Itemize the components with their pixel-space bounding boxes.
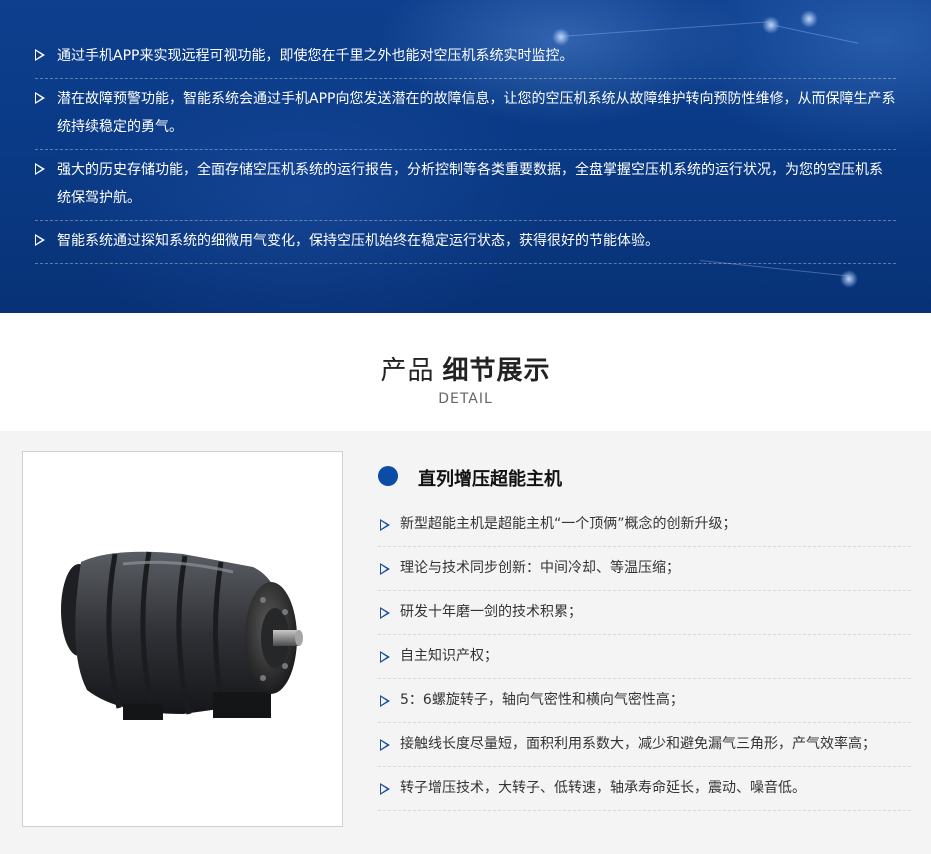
banner-feature-text: 智能系统通过探知系统的细微用气变化，保持空压机始终在稳定运行状态，获得很好的节能… bbox=[57, 233, 659, 249]
banner-feature-item: 通过手机APP来实现远程可视功能，即使您在千里之外也能对空压机系统实时监控。 bbox=[35, 36, 896, 79]
banner-feature-item: 强大的历史存储功能，全面存储空压机系统的运行报告，分析控制等各类重要数据，全盘掌… bbox=[35, 150, 896, 221]
triangle-bullet-icon bbox=[35, 49, 45, 61]
glow-dot-decoration bbox=[840, 270, 858, 288]
banner-feature-text: 潜在故障预警功能，智能系统会通过手机APP向您发送潜在的故障信息，让您的空压机系… bbox=[57, 91, 896, 135]
product-image bbox=[22, 451, 343, 827]
triangle-bullet-icon bbox=[35, 234, 45, 246]
product-detail-panel: 直列增压超能主机 新型超能主机是超能主机“一个顶俩”概念的创新升级； 理论与技术… bbox=[0, 431, 931, 854]
banner-feature-text: 强大的历史存储功能，全面存储空压机系统的运行报告，分析控制等各类重要数据，全盘掌… bbox=[57, 162, 883, 206]
product-feature-item: 接触线长度尽量短，面积利用系数大，减少和避免漏气三角形，产气效率高； bbox=[378, 723, 911, 767]
product-feature-item: 研发十年磨一剑的技术积累； bbox=[378, 591, 911, 635]
product-feature-text: 接触线长度尽量短，面积利用系数大，减少和避免漏气三角形，产气效率高； bbox=[400, 736, 876, 752]
product-feature-text: 研发十年磨一剑的技术积累； bbox=[400, 604, 582, 620]
section-subtitle: DETAIL bbox=[438, 391, 493, 407]
product-info: 直列增压超能主机 新型超能主机是超能主机“一个顶俩”概念的创新升级； 理论与技术… bbox=[378, 459, 911, 811]
section-title-light: 产品 bbox=[380, 356, 435, 386]
section-title-bold: 细节展示 bbox=[442, 356, 551, 386]
product-feature-list: 新型超能主机是超能主机“一个顶俩”概念的创新升级； 理论与技术同步创新：中间冷却… bbox=[378, 503, 911, 811]
banner-feature-list: 通过手机APP来实现远程可视功能，即使您在千里之外也能对空压机系统实时监控。 潜… bbox=[35, 36, 896, 264]
banner-feature-item: 智能系统通过探知系统的细微用气变化，保持空压机始终在稳定运行状态，获得很好的节能… bbox=[35, 221, 896, 264]
product-feature-text: 新型超能主机是超能主机“一个顶俩”概念的创新升级； bbox=[400, 516, 737, 532]
product-feature-item: 新型超能主机是超能主机“一个顶俩”概念的创新升级； bbox=[378, 503, 911, 547]
triangle-bullet-icon bbox=[35, 92, 45, 104]
product-feature-text: 5：6螺旋转子，轴向气密性和横向气密性高； bbox=[400, 692, 684, 708]
triangle-bullet-icon bbox=[380, 607, 390, 619]
product-name: 直列增压超能主机 bbox=[418, 469, 562, 490]
feature-banner: 通过手机APP来实现远程可视功能，即使您在千里之外也能对空压机系统实时监控。 潜… bbox=[0, 0, 931, 313]
triangle-bullet-icon bbox=[380, 651, 390, 663]
product-feature-item: 5：6螺旋转子，轴向气密性和横向气密性高； bbox=[378, 679, 911, 723]
product-feature-item: 自主知识产权； bbox=[378, 635, 911, 679]
product-heading: 直列增压超能主机 bbox=[378, 459, 911, 503]
product-feature-text: 理论与技术同步创新：中间冷却、等温压缩； bbox=[400, 560, 680, 576]
glow-dot-decoration bbox=[800, 10, 818, 28]
triangle-bullet-icon bbox=[380, 519, 390, 531]
triangle-bullet-icon bbox=[380, 695, 390, 707]
banner-feature-item: 潜在故障预警功能，智能系统会通过手机APP向您发送潜在的故障信息，让您的空压机系… bbox=[35, 79, 896, 150]
triangle-bullet-icon bbox=[380, 563, 390, 575]
compressor-airend-illustration bbox=[61, 551, 303, 720]
product-feature-item: 理论与技术同步创新：中间冷却、等温压缩； bbox=[378, 547, 911, 591]
product-feature-text: 转子增压技术，大转子、低转速，轴承寿命延长，震动、噪音低。 bbox=[400, 780, 806, 796]
section-title: 产品 细节展示 bbox=[0, 350, 931, 387]
product-feature-text: 自主知识产权； bbox=[400, 648, 498, 664]
banner-feature-text: 通过手机APP来实现远程可视功能，即使您在千里之外也能对空压机系统实时监控。 bbox=[57, 48, 574, 64]
triangle-bullet-icon bbox=[35, 163, 45, 175]
network-line-decoration bbox=[559, 21, 770, 37]
section-heading: 产品 细节展示 DETAIL bbox=[0, 350, 931, 407]
triangle-bullet-icon bbox=[380, 739, 390, 751]
bullet-dot-icon bbox=[378, 466, 398, 486]
product-feature-item: 转子增压技术，大转子、低转速，轴承寿命延长，震动、噪音低。 bbox=[378, 767, 911, 811]
triangle-bullet-icon bbox=[380, 783, 390, 795]
